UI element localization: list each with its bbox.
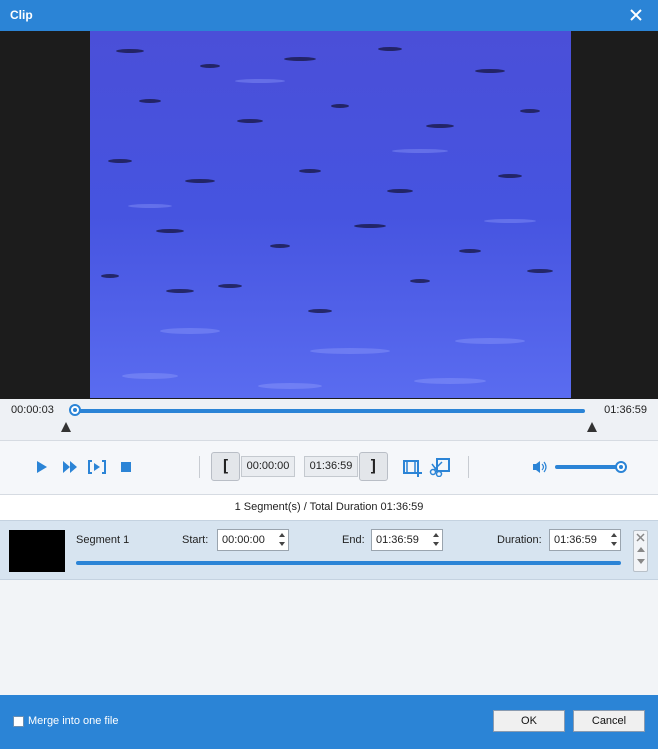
volume-slider-track[interactable] <box>555 465 621 469</box>
end-time-stepper[interactable]: 01:36:59 <box>371 529 443 551</box>
play-segment-icon[interactable] <box>88 459 106 475</box>
stepper-arrows[interactable] <box>278 532 286 548</box>
segment-thumbnail <box>9 530 65 572</box>
toolbar-separator <box>199 456 200 478</box>
add-segment-icon[interactable] <box>402 457 422 477</box>
segment-name: Segment 1 <box>76 534 130 546</box>
start-marker-handle[interactable] <box>61 422 71 432</box>
start-time-stepper[interactable]: 00:00:00 <box>217 529 289 551</box>
set-start-button[interactable]: [ <box>211 452 240 481</box>
segment-progress-bar <box>76 561 621 565</box>
volume-icon[interactable] <box>532 459 548 475</box>
playhead-handle[interactable] <box>69 404 81 416</box>
current-time-label: 00:00:03 <box>11 404 54 416</box>
duration-value: 01:36:59 <box>554 534 597 546</box>
end-time-label: 01:36:59 <box>604 404 647 416</box>
title-bar: Clip <box>0 0 658 31</box>
end-time-value: 01:36:59 <box>376 534 419 546</box>
cancel-button[interactable]: Cancel <box>573 710 645 732</box>
start-time-value: 00:00:00 <box>222 534 265 546</box>
toolbar-separator <box>468 456 469 478</box>
stepper-arrows[interactable] <box>432 532 440 548</box>
end-label: End: <box>342 534 365 546</box>
footer-bar: Merge into one file OK Cancel <box>0 695 658 749</box>
window-title: Clip <box>10 8 33 22</box>
segment-row[interactable]: Segment 1 Start: 00:00:00 End: 01:36:59 … <box>0 520 658 580</box>
segment-summary: 1 Segment(s) / Total Duration 01:36:59 <box>0 495 658 520</box>
stepper-arrows[interactable] <box>610 532 618 548</box>
merge-checkbox[interactable] <box>13 716 24 727</box>
end-time-display: 01:36:59 <box>304 456 358 477</box>
ok-button[interactable]: OK <box>493 710 565 732</box>
move-down-icon[interactable] <box>637 559 645 564</box>
close-icon[interactable] <box>628 7 644 23</box>
video-frame <box>90 31 571 398</box>
delete-segment-icon[interactable] <box>636 533 645 542</box>
play-icon[interactable] <box>36 460 48 474</box>
start-label: Start: <box>182 534 209 546</box>
duration-label: Duration: <box>497 534 542 546</box>
fast-forward-icon[interactable] <box>63 461 77 473</box>
segment-side-controls <box>633 530 648 572</box>
segment-list-empty-area <box>0 580 658 695</box>
start-time-display: 00:00:00 <box>241 456 295 477</box>
video-preview-area <box>0 31 658 399</box>
volume-slider-handle[interactable] <box>615 461 627 473</box>
set-end-button[interactable]: ] <box>359 452 388 481</box>
timeline-bar: 00:00:03 01:36:59 <box>0 399 658 441</box>
duration-stepper[interactable]: 01:36:59 <box>549 529 621 551</box>
end-marker-handle[interactable] <box>587 422 597 432</box>
stop-icon[interactable] <box>120 461 132 473</box>
merge-label: Merge into one file <box>28 715 119 727</box>
move-up-icon[interactable] <box>637 547 645 552</box>
playback-controls: [ 00:00:00 01:36:59 ] <box>0 441 658 495</box>
split-icon[interactable] <box>429 457 451 477</box>
timeline-track[interactable] <box>75 409 585 413</box>
